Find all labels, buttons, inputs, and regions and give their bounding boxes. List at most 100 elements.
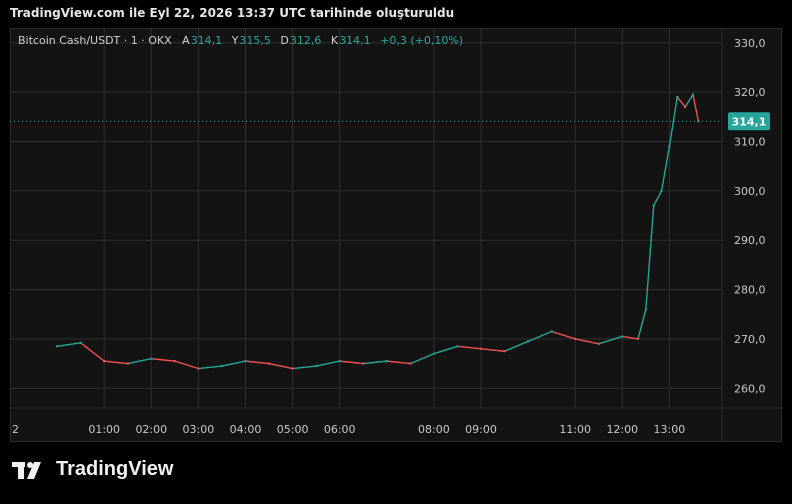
price-segment	[245, 360, 270, 365]
y-tick-label: 290,0	[734, 234, 766, 247]
price-segment	[80, 342, 105, 362]
x-tick-label: 01:00	[88, 423, 120, 436]
price-point	[103, 359, 106, 363]
price-segment	[174, 360, 199, 370]
price-point	[660, 189, 663, 193]
price-segment	[480, 348, 505, 352]
price-point	[126, 362, 129, 365]
price-segment	[676, 96, 686, 108]
price-segment	[104, 360, 128, 365]
price-segment	[56, 342, 81, 348]
price-segment	[527, 330, 552, 343]
price-segment	[653, 190, 663, 206]
x-tick-label: 13:00	[654, 423, 686, 436]
price-point	[362, 362, 365, 365]
x-tick-label: 11:00	[559, 423, 591, 436]
open-value: 314,1	[190, 34, 223, 47]
low-label: D	[280, 34, 289, 47]
price-segment	[363, 360, 387, 365]
price-segment	[268, 362, 293, 370]
price-segment	[637, 309, 647, 340]
price-point	[150, 357, 153, 360]
price-segment	[551, 330, 576, 340]
tradingview-logo-icon	[12, 461, 41, 479]
price-point	[597, 342, 600, 346]
price-segment	[433, 345, 458, 355]
symbol-label: Bitcoin Cash/USDT · 1 · OKX	[18, 34, 172, 47]
price-point	[385, 359, 389, 363]
price-point	[636, 337, 640, 341]
y-tick-label: 310,0	[734, 136, 766, 149]
price-point	[652, 204, 655, 207]
price-segment	[221, 360, 246, 367]
x-tick-label: 04:00	[230, 423, 262, 436]
price-point	[683, 105, 687, 109]
price-segment	[127, 357, 152, 365]
price-point	[314, 364, 318, 368]
price-point	[291, 367, 294, 370]
price-point	[621, 335, 624, 338]
price-segment	[292, 365, 317, 370]
price-point	[409, 362, 412, 365]
price-point	[691, 93, 695, 96]
page-title: TradingView.com ile Eyl 22, 2026 13:37 U…	[10, 6, 455, 20]
y-tick-label: 330,0	[734, 37, 766, 50]
price-point	[644, 308, 648, 311]
price-point	[173, 359, 177, 363]
y-tick-label: 260,0	[734, 382, 766, 395]
open-label: A	[182, 34, 190, 47]
last-price-label: 314,1	[732, 115, 767, 128]
x-tick-label: 06:00	[324, 423, 356, 436]
price-segment	[598, 335, 623, 345]
price-point	[338, 359, 341, 363]
price-point	[479, 347, 483, 350]
price-segment	[684, 94, 694, 108]
price-point	[244, 359, 247, 363]
x-tick-label: 2	[12, 423, 19, 436]
high-value: 315,5	[239, 34, 271, 47]
price-segment	[645, 205, 655, 310]
footer: TradingView	[12, 458, 173, 481]
close-value: 314,1	[339, 34, 371, 47]
price-segment	[504, 340, 529, 352]
price-point	[503, 350, 506, 353]
x-tick-label: 03:00	[183, 423, 215, 436]
y-tick-label: 270,0	[734, 333, 766, 346]
x-tick-label: 08:00	[418, 423, 450, 436]
x-tick-label: 05:00	[277, 423, 309, 436]
price-segment	[575, 338, 599, 345]
close-label: K	[330, 34, 339, 47]
price-segment	[660, 146, 671, 191]
price-chart[interactable]: 330,0 320,0 310,0 300,0 290,0 280,0 270,0 260,0…	[10, 28, 782, 442]
plot-layer	[10, 93, 722, 370]
price-point	[267, 362, 271, 365]
y-tick-label: 280,0	[734, 284, 766, 297]
high-label: Y	[231, 34, 239, 47]
price-point	[456, 345, 459, 348]
price-point	[668, 145, 671, 148]
price-segment	[151, 357, 175, 362]
price-segment	[410, 353, 435, 365]
x-tick-label: 12:00	[606, 423, 638, 436]
symbol-legend: Bitcoin Cash/USDT · 1 · OKX A314,1 Y315,…	[18, 34, 469, 47]
chart-window: TradingView.com ile Eyl 22, 2026 13:37 U…	[0, 0, 792, 504]
price-segment	[457, 345, 482, 350]
price-point	[220, 364, 224, 368]
price-segment	[386, 360, 411, 365]
low-value: 312,6	[289, 34, 322, 47]
price-point	[526, 340, 530, 343]
grid-layer	[10, 28, 782, 442]
price-segment	[316, 360, 340, 367]
price-point	[79, 341, 82, 345]
change-value: +0,3 (+0,10%)	[380, 34, 464, 47]
price-point	[55, 345, 59, 348]
price-point	[197, 367, 200, 370]
price-point	[550, 330, 553, 333]
x-tick-label: 09:00	[465, 423, 497, 436]
price-segment	[339, 360, 364, 365]
price-point	[676, 95, 679, 99]
x-tick-label: 02:00	[135, 423, 167, 436]
y-tick-label: 300,0	[734, 185, 766, 198]
y-tick-label: 320,0	[734, 86, 766, 99]
price-segment	[692, 94, 700, 122]
